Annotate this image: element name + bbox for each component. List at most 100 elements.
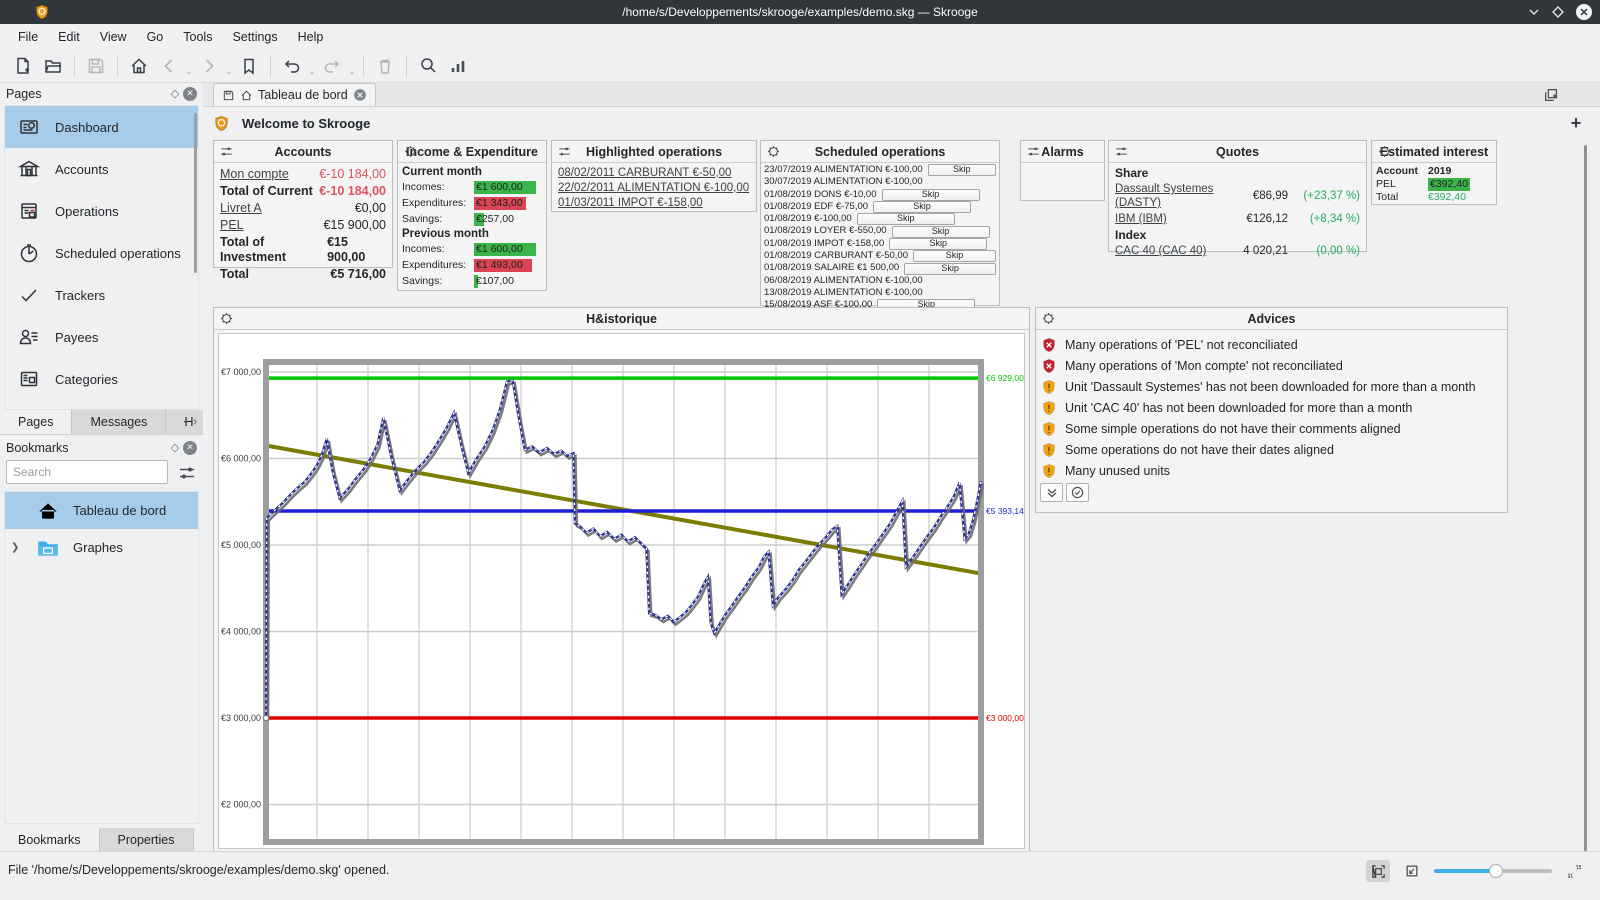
detach-tab-icon[interactable]: [1542, 86, 1560, 104]
advice-item[interactable]: Some operations do not have their dates …: [1036, 439, 1507, 460]
tab-scroll-left-icon[interactable]: ‹: [184, 416, 188, 428]
dock-tab[interactable]: Messages: [72, 410, 166, 434]
close-panel-icon[interactable]: ✕: [183, 87, 197, 101]
skip-button[interactable]: Skip: [904, 263, 996, 275]
bookmarks-search-input[interactable]: Search: [6, 460, 168, 484]
advice-item[interactable]: Many operations of 'Mon compte' not reco…: [1036, 355, 1507, 376]
gear-icon[interactable]: [403, 144, 418, 159]
dock-tab[interactable]: Properties: [100, 828, 194, 852]
highlighted-operation-link[interactable]: 22/02/2011 ALIMENTATION €-100,00: [552, 180, 756, 195]
close-icon[interactable]: [1574, 2, 1594, 22]
quote-name-link[interactable]: IBM (IBM): [1115, 212, 1230, 226]
account-name[interactable]: Mon compte: [220, 167, 289, 182]
settings-sliders-icon[interactable]: [1026, 144, 1041, 159]
account-name[interactable]: Total of Investment: [220, 235, 327, 265]
dock-tab[interactable]: Bookmarks: [0, 828, 100, 852]
advice-item[interactable]: Unit 'Dassault Systemes' has not been do…: [1036, 376, 1507, 397]
tab-tableau-de-bord[interactable]: Tableau de bord: [213, 83, 376, 106]
forward-dropdown-icon[interactable]: ⌄: [224, 48, 234, 83]
back-icon[interactable]: [154, 52, 184, 80]
menu-item[interactable]: File: [8, 26, 48, 48]
save-icon[interactable]: [81, 52, 111, 80]
search-icon[interactable]: [413, 52, 443, 80]
skip-button[interactable]: Skip: [889, 238, 987, 250]
close-tab-icon[interactable]: [353, 88, 367, 102]
account-name[interactable]: Total: [220, 267, 249, 282]
sidebar-page-item[interactable]: Operations: [5, 190, 198, 232]
bookmark-icon[interactable]: [234, 52, 264, 80]
settings-sliders-icon[interactable]: [557, 144, 572, 159]
float-panel-icon[interactable]: ◇: [167, 440, 183, 456]
sidebar-page-item[interactable]: Scheduled operations: [5, 232, 198, 274]
skip-button[interactable]: Skip: [882, 189, 980, 201]
skip-button[interactable]: Skip: [913, 250, 996, 262]
menu-item[interactable]: Edit: [48, 26, 90, 48]
sidebar-page-item[interactable]: Accounts: [5, 148, 198, 190]
bookmark-item[interactable]: ❯ Tableau de bord: [5, 492, 198, 529]
skip-button[interactable]: Skip: [857, 213, 955, 225]
undo-icon[interactable]: [277, 52, 307, 80]
pages-scrollbar[interactable]: [194, 113, 197, 273]
close-panel-icon[interactable]: ✕: [183, 441, 197, 455]
advice-item[interactable]: Some simple operations do not have their…: [1036, 418, 1507, 439]
account-row: Total of Investment €15 900,00: [214, 234, 392, 266]
new-document-icon[interactable]: [8, 52, 38, 80]
open-file-icon[interactable]: [38, 52, 68, 80]
zoom-original-button[interactable]: [1400, 860, 1424, 882]
skip-button[interactable]: Skip: [892, 226, 990, 238]
redo-icon[interactable]: [317, 52, 347, 80]
zoom-fit-button[interactable]: [1366, 860, 1390, 882]
row-value: €392,40: [1428, 178, 1470, 191]
undo-dropdown-icon[interactable]: ⌄: [307, 48, 317, 83]
sidebar-page-item[interactable]: Payees: [5, 316, 198, 358]
dismiss-advices-icon[interactable]: [1066, 483, 1089, 502]
account-name[interactable]: PEL: [220, 218, 244, 233]
minimize-icon[interactable]: [1524, 2, 1544, 22]
settings-sliders-icon[interactable]: [1114, 144, 1129, 159]
maximize-icon[interactable]: [1548, 2, 1568, 22]
settings-sliders-icon[interactable]: [219, 144, 234, 159]
menu-item[interactable]: Settings: [222, 26, 287, 48]
menu-item[interactable]: View: [90, 26, 137, 48]
expand-view-button[interactable]: [1562, 860, 1586, 882]
skip-button[interactable]: Skip: [873, 201, 971, 213]
gear-icon[interactable]: [766, 144, 781, 159]
menu-item[interactable]: Go: [137, 26, 174, 48]
sidebar-page-item[interactable]: Trackers: [5, 274, 198, 316]
filter-icon[interactable]: [177, 463, 197, 483]
back-dropdown-icon[interactable]: ⌄: [184, 48, 194, 83]
gear-icon[interactable]: [1041, 311, 1056, 326]
expander-icon[interactable]: ❯: [11, 542, 19, 553]
report-chart-icon[interactable]: [443, 52, 473, 80]
home-icon[interactable]: [124, 52, 154, 80]
quote-name-link[interactable]: CAC 40 (CAC 40): [1115, 244, 1230, 258]
account-name[interactable]: Livret A: [220, 201, 262, 216]
menu-item[interactable]: Help: [288, 26, 334, 48]
bookmark-item[interactable]: ❯ Graphes: [5, 529, 198, 566]
advice-item[interactable]: Many operations of 'PEL' not reconciliat…: [1036, 334, 1507, 355]
gear-icon[interactable]: [219, 311, 234, 326]
float-panel-icon[interactable]: ◇: [167, 86, 183, 102]
advice-item[interactable]: Many unused units: [1036, 460, 1507, 481]
menu-item[interactable]: Tools: [173, 26, 222, 48]
main-scrollbar[interactable]: [1584, 145, 1587, 852]
sidebar-page-item[interactable]: Categories: [5, 358, 198, 400]
highlighted-operation-link[interactable]: 01/03/2011 IMPOT €-158,00: [552, 195, 756, 210]
sidebar-page-item[interactable]: Dashboard: [5, 106, 198, 148]
page-item-icon: [17, 283, 41, 307]
expand-advices-icon[interactable]: [1040, 483, 1063, 502]
forward-icon[interactable]: [194, 52, 224, 80]
dock-tab[interactable]: Pages: [0, 410, 72, 434]
skip-button[interactable]: Skip: [928, 164, 996, 176]
gear-icon[interactable]: [1377, 144, 1392, 159]
zoom-slider[interactable]: [1434, 864, 1552, 878]
account-name[interactable]: Total of Current: [220, 184, 313, 199]
advice-item[interactable]: Unit 'CAC 40' has not been downloaded fo…: [1036, 397, 1507, 418]
delete-icon[interactable]: [370, 52, 400, 80]
zoom-slider-thumb[interactable]: [1489, 864, 1503, 878]
quote-name-link[interactable]: Dassault Systemes (DASTY): [1115, 182, 1230, 210]
redo-dropdown-icon[interactable]: ⌄: [347, 48, 357, 83]
add-widget-button[interactable]: +: [1565, 112, 1587, 134]
highlighted-operation-link[interactable]: 08/02/2011 CARBURANT €-50,00: [552, 165, 756, 180]
tab-scroll-right-icon[interactable]: ›: [193, 416, 197, 428]
